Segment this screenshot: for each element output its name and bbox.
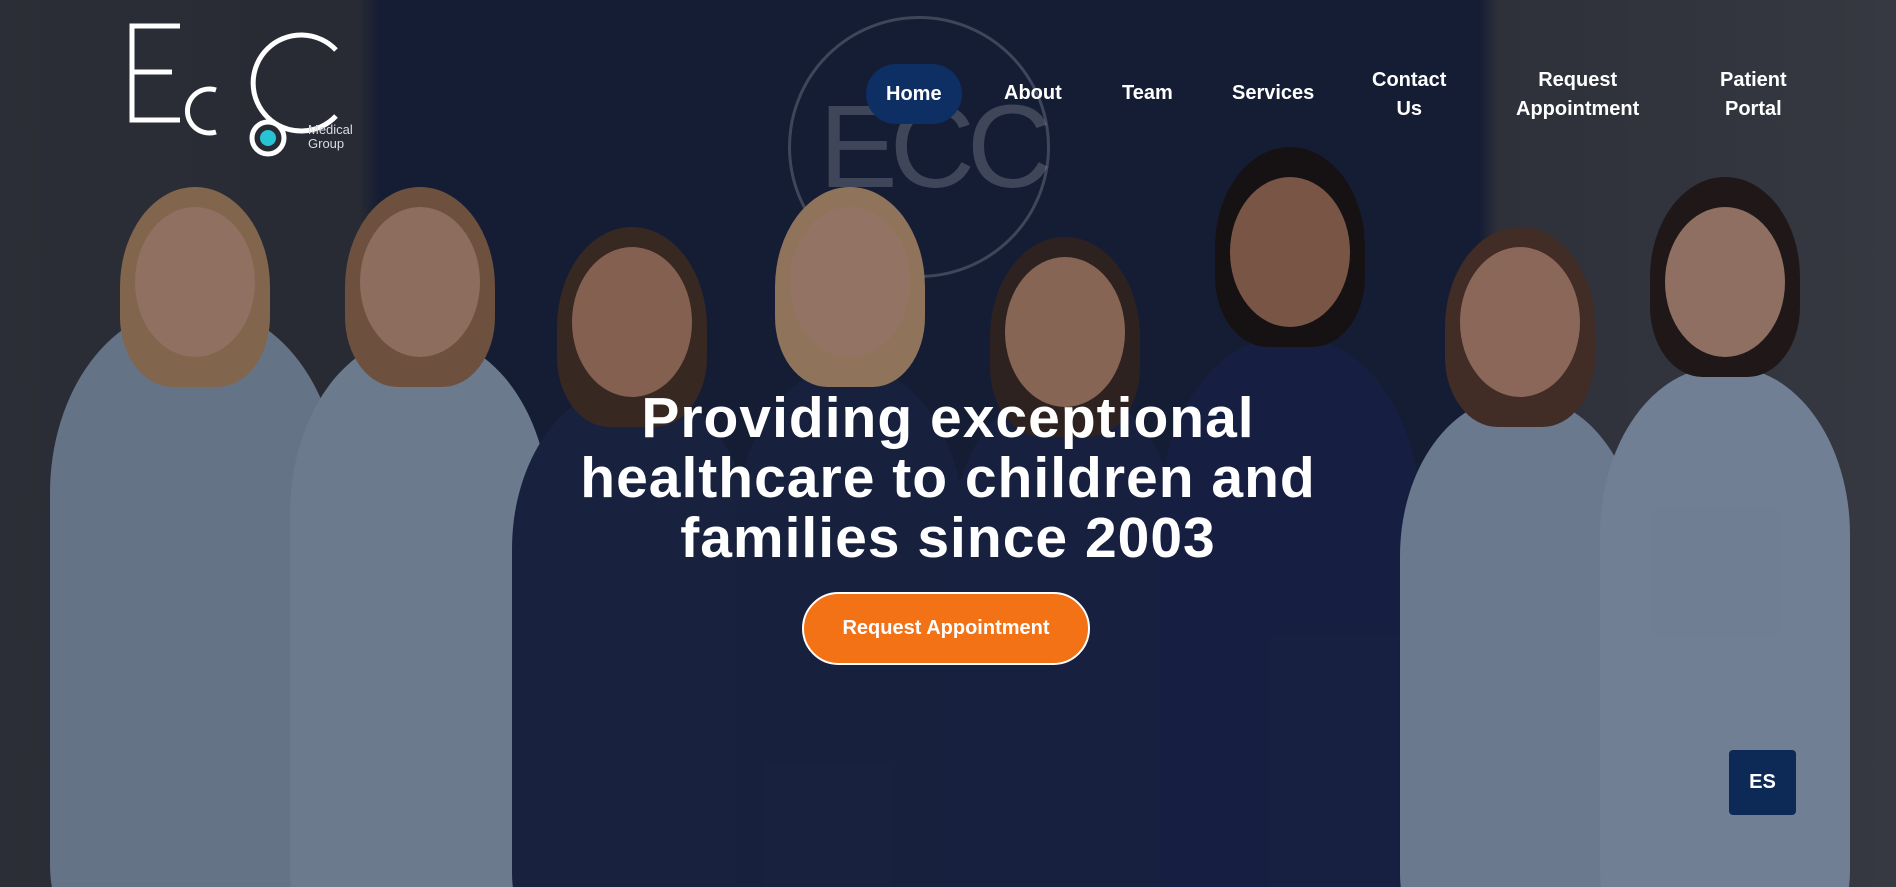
nav-request-appointment[interactable]: Request Appointment (1516, 66, 1639, 124)
nav-home[interactable]: Home (866, 64, 962, 124)
nav-team[interactable]: Team (1122, 79, 1173, 108)
logo-subtitle: Medical Group (308, 123, 378, 151)
nav-about[interactable]: About (1004, 79, 1062, 108)
nav-services[interactable]: Services (1232, 79, 1314, 108)
request-appointment-button[interactable]: Request Appointment (802, 592, 1090, 665)
nav-contact-us[interactable]: Contact Us (1372, 66, 1446, 124)
brand-logo[interactable]: Medical Group (128, 20, 353, 160)
nav-patient-portal[interactable]: Patient Portal (1720, 66, 1787, 124)
logo-subtitle-line-1: Medical (308, 122, 353, 137)
hero-headline: Providing exceptional healthcare to chil… (580, 386, 1316, 570)
language-toggle-button[interactable]: ES (1729, 750, 1796, 815)
logo-subtitle-line-2: Group (308, 136, 345, 151)
